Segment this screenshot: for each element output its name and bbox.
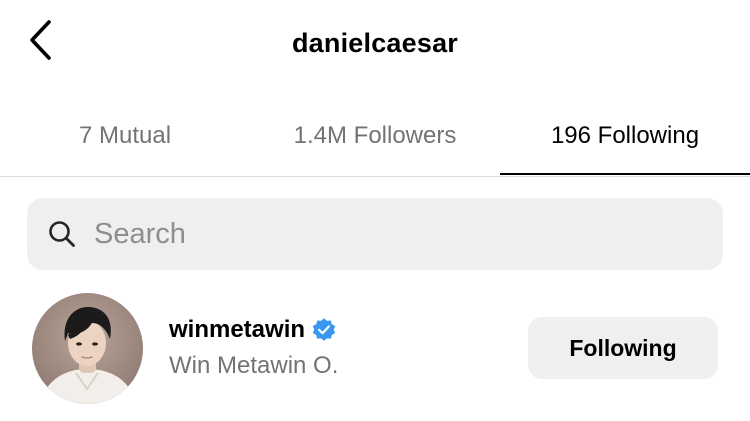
user-info: winmetawin Win Metawin O. — [169, 316, 338, 380]
search-icon — [47, 219, 77, 249]
tab-mutual[interactable]: 7 Mutual — [0, 96, 250, 175]
verified-badge-icon — [311, 317, 337, 343]
username-line[interactable]: winmetawin — [169, 316, 338, 344]
full-name: Win Metawin O. — [169, 352, 339, 379]
tab-followers[interactable]: 1.4M Followers — [250, 96, 500, 175]
following-button[interactable]: Following — [528, 317, 718, 379]
page-title: danielcaesar — [291, 28, 458, 58]
avatar[interactable] — [32, 293, 143, 404]
search-bar[interactable] — [27, 198, 723, 270]
active-tab-indicator — [500, 173, 750, 175]
tab-following[interactable]: 196 Following — [500, 96, 750, 175]
top-bar: danielcaesar — [0, 0, 750, 92]
search-input[interactable] — [92, 216, 696, 252]
list-item[interactable]: winmetawin Win Metawin O. Following — [0, 290, 750, 410]
username[interactable]: winmetawin — [169, 316, 305, 344]
tab-bar: 7 Mutual 1.4M Followers 196 Following — [0, 96, 750, 177]
